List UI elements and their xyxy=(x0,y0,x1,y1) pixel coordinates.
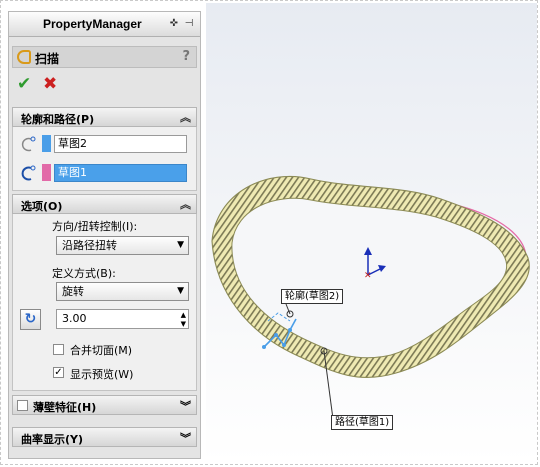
curvature-section-header[interactable]: 曲率显示(Y) ︾ xyxy=(12,427,197,447)
chevron-up-icon[interactable]: ︽ xyxy=(180,109,191,125)
show-preview-checkbox[interactable]: ✓ xyxy=(53,367,64,378)
options-section-body: 方向/扭转控制(I): 沿路径扭转 ▼ 定义方式(B): 旋转 ▼ ↻ 3.00… xyxy=(12,214,197,391)
dropdown-arrow-icon: ▼ xyxy=(177,286,184,296)
graphics-viewport[interactable]: ✕ 轮廓(草图2) 路径(草图1) xyxy=(206,3,537,463)
pin-icon[interactable]: ✜ xyxy=(167,17,181,30)
chevron-down-icon[interactable]: ︾ xyxy=(180,398,191,414)
sweep-preview: ✕ xyxy=(211,175,530,420)
property-manager: PropertyManager ✜ ⊣ 扫描 ? ✔ ✖ 轮廓和路径(P) ︽ … xyxy=(8,11,201,459)
sweep-feature-icon xyxy=(17,50,31,64)
orientation-label: 方向/扭转控制(I): xyxy=(52,220,138,233)
spin-down-icon[interactable]: ▼ xyxy=(181,320,186,328)
feature-title: 扫描 xyxy=(35,52,60,66)
ok-button[interactable]: ✔ xyxy=(17,74,31,94)
reverse-direction-button[interactable]: ↻ xyxy=(20,309,41,330)
orientation-value: 沿路径扭转 xyxy=(62,239,117,252)
profile-color-swatch xyxy=(42,135,51,152)
feature-header: 扫描 ? xyxy=(12,46,197,68)
path-color-swatch xyxy=(42,164,51,181)
merge-tangent-checkbox[interactable] xyxy=(53,344,64,355)
profile-path-section-body: 草图2 草图1 xyxy=(12,127,197,191)
options-header-label: 选项(O) xyxy=(21,200,63,213)
define-label: 定义方式(B): xyxy=(52,267,116,280)
profile-callout[interactable]: 轮廓(草图2) xyxy=(281,289,344,304)
svg-text:✕: ✕ xyxy=(364,271,372,281)
dropdown-arrow-icon: ▼ xyxy=(177,240,184,250)
path-callout[interactable]: 路径(草图1) xyxy=(331,415,394,430)
curvature-label: 曲率显示(Y) xyxy=(21,433,84,446)
profile-icon xyxy=(21,136,36,152)
spin-up-icon[interactable]: ▲ xyxy=(181,311,186,319)
options-section-header[interactable]: 选项(O) ︽ xyxy=(12,194,197,214)
twist-value: 3.00 xyxy=(62,312,87,325)
thin-feature-label: 薄壁特征(H) xyxy=(33,401,97,414)
path-icon xyxy=(21,165,36,181)
help-button[interactable]: ? xyxy=(182,49,190,64)
define-select[interactable]: 旋转 ▼ xyxy=(56,282,189,301)
screenshot-frame: PropertyManager ✜ ⊣ 扫描 ? ✔ ✖ 轮廓和路径(P) ︽ … xyxy=(0,0,538,465)
thin-feature-checkbox[interactable] xyxy=(17,400,28,411)
unpin-icon[interactable]: ⊣ xyxy=(182,17,196,30)
pm-title-bar: PropertyManager ✜ ⊣ xyxy=(9,12,200,37)
twist-value-input[interactable]: 3.00 ▲ ▼ xyxy=(56,309,189,329)
chevron-up-icon[interactable]: ︽ xyxy=(180,196,191,212)
show-preview-label: 显示预览(W) xyxy=(70,368,134,381)
profile-path-header-label: 轮廓和路径(P) xyxy=(21,113,95,126)
cancel-button[interactable]: ✖ xyxy=(43,74,57,94)
thin-feature-section-header[interactable]: 薄壁特征(H) ︾ xyxy=(12,395,197,415)
profile-input[interactable]: 草图2 xyxy=(54,135,187,153)
orientation-select[interactable]: 沿路径扭转 ▼ xyxy=(56,236,189,255)
chevron-down-icon[interactable]: ︾ xyxy=(180,430,191,446)
define-value: 旋转 xyxy=(62,285,84,298)
path-input[interactable]: 草图1 xyxy=(54,164,187,182)
profile-path-section-header[interactable]: 轮廓和路径(P) ︽ xyxy=(12,107,197,127)
pm-title: PropertyManager xyxy=(43,17,142,31)
merge-tangent-label: 合并切面(M) xyxy=(70,344,133,357)
